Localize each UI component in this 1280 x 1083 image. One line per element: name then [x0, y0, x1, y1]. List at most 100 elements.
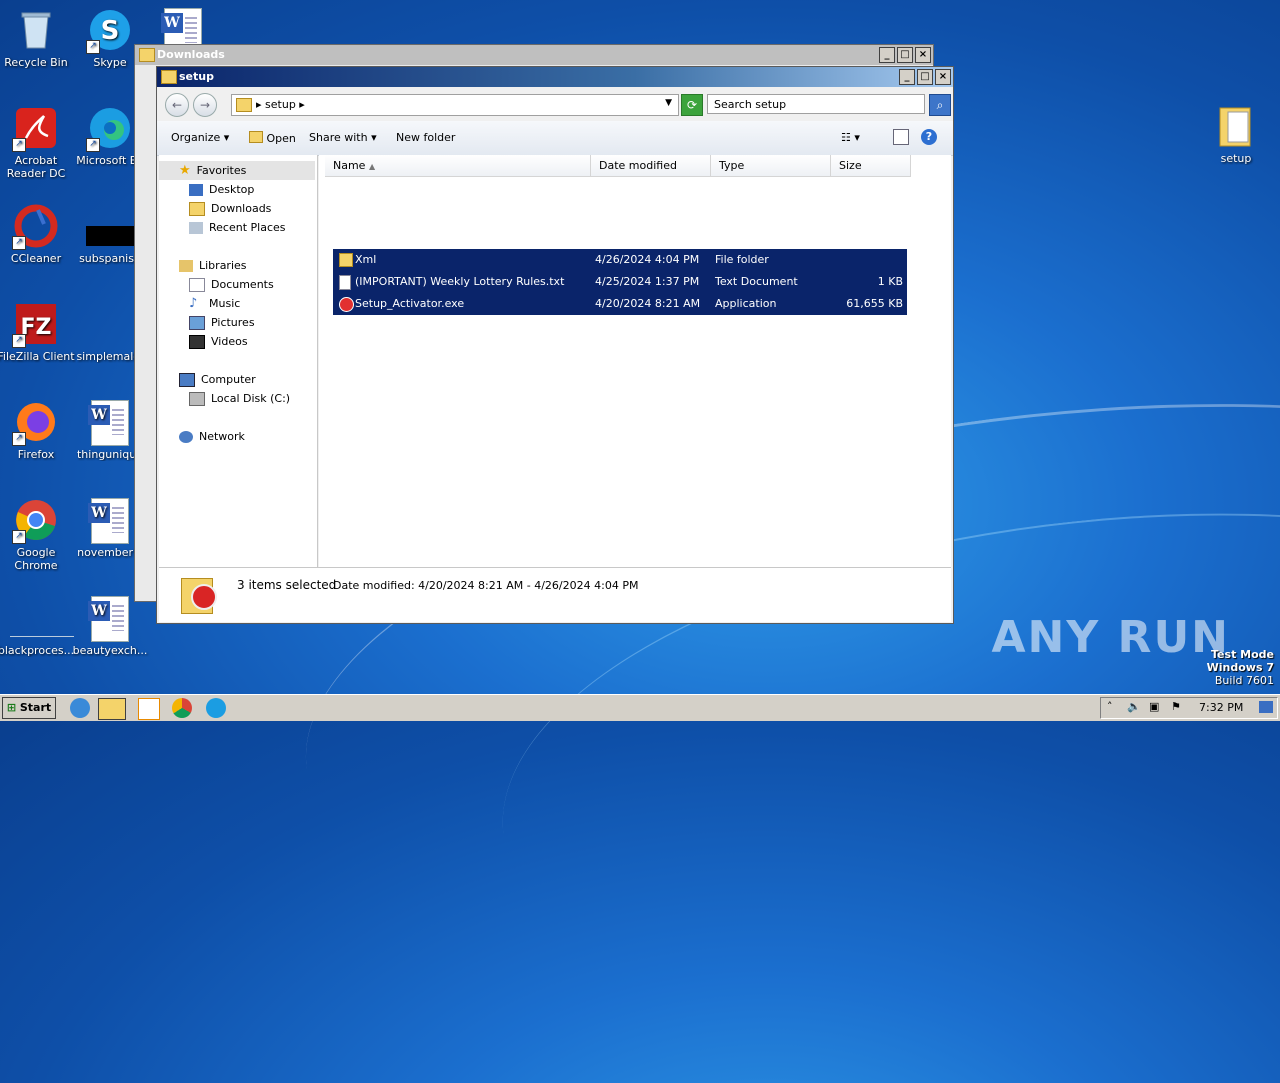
desktop-icon-beautyexch[interactable]: W beautyexch...	[70, 596, 150, 657]
address-row: ← → ▸ setup ▸ ▼ ⟳ Search setup ⌕	[157, 87, 953, 121]
address-bar[interactable]: ▸ setup ▸ ▼	[231, 94, 679, 116]
help-icon[interactable]: ?	[921, 129, 937, 145]
skype-icon: S ↗	[86, 8, 132, 54]
file-row-lottery-txt[interactable]: (IMPORTANT) Weekly Lottery Rules.txt 4/2…	[333, 271, 907, 293]
desktop-icon-label: blackproces...	[0, 644, 75, 657]
system-tray: ˄ 🔈 ▣ ⚑ 7:32 PM	[1100, 697, 1278, 719]
folder-icon	[236, 98, 252, 112]
refresh-button[interactable]: ⟳	[681, 94, 703, 116]
recycle-bin-icon	[14, 8, 58, 52]
search-icon[interactable]: ⌕	[929, 94, 951, 116]
internet-explorer-icon[interactable]	[70, 698, 90, 718]
column-header-date[interactable]: Date modified	[591, 155, 711, 177]
desktop-icon-filezilla[interactable]: FZ ↗ FileZilla Client	[0, 302, 76, 363]
desktop-icon-recycle-bin[interactable]: Recycle Bin	[0, 8, 76, 69]
filezilla-icon: FZ ↗	[12, 302, 58, 348]
maximize-button[interactable]: □	[897, 47, 913, 63]
close-button[interactable]: ×	[915, 47, 931, 63]
window-title: setup	[179, 70, 214, 83]
music-icon: ♪	[189, 295, 198, 311]
command-bar: Organize ▾ Open Share with ▾ New folder …	[157, 121, 953, 156]
nav-music[interactable]: ♪ Music	[189, 294, 240, 313]
desktop-icon	[189, 183, 203, 196]
downloads-titlebar[interactable]: Downloads _ □ ×	[135, 45, 933, 65]
navigation-pane: ★ Favorites Desktop Downloads Recent Plac…	[159, 155, 318, 567]
taskbar: ⊞ Start ˄ 🔈 ▣ ⚑ 7:32 PM	[0, 694, 1280, 721]
chrome-icon[interactable]	[172, 698, 192, 718]
forward-button[interactable]: →	[193, 93, 217, 117]
nav-network[interactable]: Network	[179, 427, 245, 446]
new-folder-button[interactable]: New folder	[396, 131, 455, 144]
open-button[interactable]: Open	[249, 131, 296, 145]
word-document-icon: W	[88, 498, 132, 544]
file-row-setup-activator[interactable]: Setup_Activator.exe 4/20/2024 8:21 AM Ap…	[333, 293, 907, 315]
organize-button[interactable]: Organize ▾	[171, 131, 229, 144]
chevron-down-icon[interactable]: ▼	[665, 98, 672, 108]
start-button[interactable]: ⊞ Start	[2, 697, 56, 719]
documents-icon	[189, 277, 205, 292]
desktop-icon-label: Recycle Bin	[4, 56, 68, 69]
view-icon[interactable]: ☷ ▾	[841, 131, 860, 144]
nav-videos[interactable]: Videos	[189, 332, 248, 351]
volume-icon[interactable]: 🔈	[1127, 700, 1141, 713]
nav-downloads[interactable]: Downloads	[189, 199, 271, 218]
clock[interactable]: 7:32 PM	[1199, 701, 1243, 714]
edge-icon[interactable]	[206, 698, 226, 718]
desktop-icon-chrome[interactable]: ↗ Google Chrome	[0, 498, 76, 572]
shortcut-arrow-icon: ↗	[12, 432, 26, 446]
breadcrumb[interactable]: ▸ setup ▸	[256, 98, 305, 111]
media-player-icon[interactable]	[138, 698, 160, 720]
flag-icon[interactable]: ⚑	[1171, 700, 1181, 713]
network-tray-icon[interactable]: ▣	[1149, 700, 1159, 713]
file-row-xml[interactable]: Xml 4/26/2024 4:04 PM File folder	[333, 249, 907, 271]
desktop-icon-ccleaner[interactable]: ↗ CCleaner	[0, 204, 76, 265]
nav-desktop[interactable]: Desktop	[189, 180, 254, 199]
column-header-type[interactable]: Type	[711, 155, 831, 177]
black-thumbnail-icon	[86, 204, 134, 248]
column-header-name[interactable]: Name ▲	[325, 155, 591, 177]
firefox-icon: ↗	[12, 400, 58, 446]
file-list: Name ▲ Date modified Type Size Xml 4/26/…	[319, 155, 951, 567]
share-with-button[interactable]: Share with ▾	[309, 131, 377, 144]
explorer-taskbar-icon[interactable]	[98, 698, 126, 720]
edge-icon: ↗	[86, 106, 132, 152]
nav-favorites[interactable]: ★ Favorites	[159, 161, 315, 180]
setup-explorer-window[interactable]: setup _ □ × ← → ▸ setup ▸ ▼ ⟳ Search set…	[156, 66, 954, 624]
sort-arrow-icon: ▲	[368, 162, 376, 171]
word-document-icon: W	[88, 596, 132, 642]
nav-libraries[interactable]: Libraries	[179, 256, 247, 275]
word-document-icon: W	[88, 400, 132, 446]
close-button[interactable]: ×	[935, 69, 951, 85]
minimize-button[interactable]: _	[899, 69, 915, 85]
show-desktop-icon[interactable]	[1259, 701, 1273, 713]
preview-pane-icon[interactable]	[893, 129, 909, 145]
minimize-button[interactable]: _	[879, 47, 895, 63]
nav-pictures[interactable]: Pictures	[189, 313, 255, 332]
desktop-icon-blackprocess[interactable]: blackproces...	[0, 596, 76, 657]
desktop-icon-setup-folder[interactable]: setup	[1196, 104, 1276, 165]
downloads-folder-icon	[189, 201, 205, 216]
star-icon: ★	[179, 163, 191, 178]
desktop-icon-label: Google Chrome	[14, 546, 58, 572]
setup-titlebar[interactable]: setup _ □ ×	[157, 67, 953, 87]
windows-logo-icon: ⊞	[6, 701, 17, 714]
nav-recent-places[interactable]: Recent Places	[189, 218, 286, 237]
window-title: Downloads	[157, 48, 225, 61]
anyrun-watermark: ANY RUN	[991, 612, 1230, 663]
nav-documents[interactable]: Documents	[189, 275, 274, 294]
libraries-icon	[179, 259, 193, 272]
test-mode-notice: Test Mode Windows 7 Build 7601	[1206, 648, 1274, 687]
ccleaner-icon: ↗	[12, 204, 58, 250]
desktop-icon-firefox[interactable]: ↗ Firefox	[0, 400, 76, 461]
folder-icon	[139, 48, 155, 62]
search-input[interactable]: Search setup	[707, 94, 925, 114]
desktop-icon-label: beautyexch...	[72, 644, 148, 657]
nav-computer[interactable]: Computer	[179, 370, 256, 389]
maximize-button[interactable]: □	[917, 69, 933, 85]
tray-expand-icon[interactable]: ˄	[1107, 700, 1113, 713]
desktop-icon-acrobat[interactable]: ↗ Acrobat Reader DC	[0, 106, 76, 180]
column-header-size[interactable]: Size	[831, 155, 911, 177]
shortcut-arrow-icon: ↗	[12, 138, 26, 152]
nav-local-disk[interactable]: Local Disk (C:)	[189, 389, 290, 408]
back-button[interactable]: ←	[165, 93, 189, 117]
